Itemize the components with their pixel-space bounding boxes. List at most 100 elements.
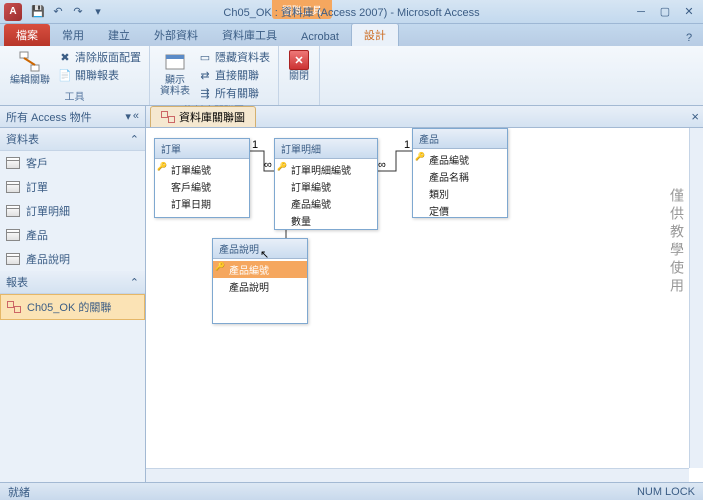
- watermark-text: 僅供教學使用: [665, 188, 685, 296]
- hide-table-label: 隱藏資料表: [215, 49, 270, 65]
- field-detail-orderid[interactable]: 訂單編號: [275, 178, 377, 195]
- nav-item-label: Ch05_OK 的關聯: [27, 299, 111, 315]
- collapse-icon: ⌃: [130, 133, 139, 146]
- close-relationship-button[interactable]: ✕ 關閉: [287, 48, 311, 84]
- navigation-pane: 所有 Access 物件 ▾ « 資料表 ⌃ 客戶 訂單 訂單明細 產品 產品說…: [0, 106, 146, 482]
- vertical-scrollbar[interactable]: [689, 128, 703, 468]
- ribbon-group-tools: 編輯關聯 ✖ 清除版面配置 📄 關聯報表 工具: [0, 46, 150, 105]
- svg-text:1: 1: [404, 139, 410, 151]
- relationship-report-icon: 📄: [58, 68, 72, 82]
- table-icon: [6, 205, 20, 217]
- table-box-header: 訂單明細: [275, 139, 377, 159]
- field-product-name[interactable]: 產品名稱: [413, 168, 507, 185]
- nav-dropdown-icon[interactable]: ▾: [125, 110, 131, 123]
- field-desc-productid[interactable]: 產品編號: [213, 261, 307, 278]
- canvas-wrap: 資料庫關聯圖 × 1 ∞ ∞ 1 訂單 訂單編號 客戶編號 訂單日期: [146, 106, 703, 482]
- document-tab-relationships[interactable]: 資料庫關聯圖: [150, 106, 256, 127]
- field-desc-text[interactable]: 產品說明: [213, 278, 307, 295]
- title-bar: A 💾 ↶ ↷ ▾ 關聯工具 Ch05_OK : 資料庫 (Access 200…: [0, 0, 703, 24]
- table-icon: [6, 157, 20, 169]
- all-relationships-button[interactable]: ⇶ 所有關聯: [198, 84, 270, 102]
- field-customer-id[interactable]: 客戶編號: [155, 178, 249, 195]
- nav-header-label: 所有 Access 物件: [6, 109, 92, 125]
- svg-text:1: 1: [252, 139, 258, 151]
- nav-item-label: 產品說明: [26, 251, 70, 267]
- horizontal-scrollbar[interactable]: [146, 468, 689, 482]
- tab-acrobat[interactable]: Acrobat: [289, 28, 351, 46]
- field-detail-productid[interactable]: 產品編號: [275, 195, 377, 212]
- window-title: Ch05_OK : 資料庫 (Access 2007) - Microsoft …: [223, 4, 479, 20]
- tab-design[interactable]: 設計: [351, 23, 399, 46]
- nav-section-tables[interactable]: 資料表 ⌃: [0, 128, 145, 151]
- field-product-category[interactable]: 類別: [413, 185, 507, 202]
- show-table-label: 顯示 資料表: [160, 75, 190, 97]
- window-controls: ─ ▢ ✕: [633, 4, 697, 20]
- maximize-button[interactable]: ▢: [657, 4, 673, 20]
- group-tools-label: 工具: [65, 88, 85, 103]
- close-button[interactable]: ✕: [681, 4, 697, 20]
- table-box-order[interactable]: 訂單 訂單編號 客戶編號 訂單日期: [154, 138, 250, 218]
- document-close-button[interactable]: ×: [691, 109, 699, 124]
- nav-header[interactable]: 所有 Access 物件 ▾ «: [0, 106, 145, 128]
- field-order-id[interactable]: 訂單編號: [155, 161, 249, 178]
- direct-relationships-label: 直接關聯: [215, 67, 259, 83]
- direct-relationships-icon: ⇄: [198, 68, 212, 82]
- nav-item-label: 訂單明細: [26, 203, 70, 219]
- ribbon-group-close: ✕ 關閉: [279, 46, 320, 105]
- nav-collapse-icon[interactable]: «: [133, 110, 139, 123]
- field-detail-id[interactable]: 訂單明細編號: [275, 161, 377, 178]
- quick-access-toolbar: 💾 ↶ ↷ ▾: [30, 4, 106, 20]
- redo-icon[interactable]: ↷: [70, 4, 86, 20]
- report-icon: [7, 301, 21, 313]
- help-icon[interactable]: ?: [681, 30, 697, 46]
- field-order-date[interactable]: 訂單日期: [155, 195, 249, 212]
- status-bar: 就緒 NUM LOCK: [0, 482, 703, 500]
- nav-table-orderdetails[interactable]: 訂單明細: [0, 199, 145, 223]
- table-box-product[interactable]: 產品 產品編號 產品名稱 類別 定價: [412, 128, 508, 218]
- ribbon: 編輯關聯 ✖ 清除版面配置 📄 關聯報表 工具 顯示 資料表: [0, 46, 703, 106]
- relationship-canvas[interactable]: 1 ∞ ∞ 1 訂單 訂單編號 客戶編號 訂單日期 訂單明細 訂: [146, 128, 703, 482]
- field-product-id[interactable]: 產品編號: [413, 151, 507, 168]
- tab-external[interactable]: 外部資料: [142, 24, 210, 46]
- nav-section-reports[interactable]: 報表 ⌃: [0, 271, 145, 294]
- nav-item-label: 客戶: [26, 155, 48, 171]
- relationship-report-button[interactable]: 📄 關聯報表: [58, 66, 141, 84]
- collapse-icon: ⌃: [130, 276, 139, 289]
- table-box-orderdetail[interactable]: 訂單明細 訂單明細編號 訂單編號 產品編號 數量: [274, 138, 378, 230]
- all-relationships-icon: ⇶: [198, 86, 212, 100]
- save-icon[interactable]: 💾: [30, 4, 46, 20]
- document-tab-label: 資料庫關聯圖: [179, 109, 245, 125]
- undo-icon[interactable]: ↶: [50, 4, 66, 20]
- show-table-icon: [163, 50, 187, 74]
- field-product-price[interactable]: 定價: [413, 202, 507, 219]
- ribbon-tabs: 檔案 常用 建立 外部資料 資料庫工具 Acrobat 設計 ?: [0, 24, 703, 46]
- tab-home[interactable]: 常用: [50, 24, 96, 46]
- all-relationships-label: 所有關聯: [215, 85, 259, 101]
- close-icon: ✕: [289, 50, 309, 70]
- nav-report-relationships[interactable]: Ch05_OK 的關聯: [0, 294, 145, 320]
- nav-table-orders[interactable]: 訂單: [0, 175, 145, 199]
- nav-table-products[interactable]: 產品: [0, 223, 145, 247]
- tab-dbtools[interactable]: 資料庫工具: [210, 24, 289, 46]
- status-ready: 就緒: [8, 484, 30, 500]
- clear-layout-button[interactable]: ✖ 清除版面配置: [58, 48, 141, 66]
- direct-relationships-button[interactable]: ⇄ 直接關聯: [198, 66, 270, 84]
- table-box-header: 產品: [413, 129, 507, 149]
- qat-dropdown-icon[interactable]: ▾: [90, 4, 106, 20]
- edit-relationship-button[interactable]: 編輯關聯: [8, 48, 52, 88]
- edit-relationship-icon: [18, 50, 42, 74]
- tab-file[interactable]: 檔案: [4, 24, 50, 46]
- relationship-icon: [161, 111, 175, 123]
- close-label: 關閉: [289, 71, 309, 82]
- hide-table-button[interactable]: ▭ 隱藏資料表: [198, 48, 270, 66]
- svg-text:∞: ∞: [378, 159, 386, 171]
- workspace: 所有 Access 物件 ▾ « 資料表 ⌃ 客戶 訂單 訂單明細 產品 產品說…: [0, 106, 703, 482]
- minimize-button[interactable]: ─: [633, 4, 649, 20]
- show-table-button[interactable]: 顯示 資料表: [158, 48, 192, 99]
- app-icon: A: [4, 3, 22, 21]
- tab-create[interactable]: 建立: [96, 24, 142, 46]
- field-detail-qty[interactable]: 數量: [275, 212, 377, 229]
- nav-table-customers[interactable]: 客戶: [0, 151, 145, 175]
- nav-table-productdesc[interactable]: 產品說明: [0, 247, 145, 271]
- table-icon: [6, 181, 20, 193]
